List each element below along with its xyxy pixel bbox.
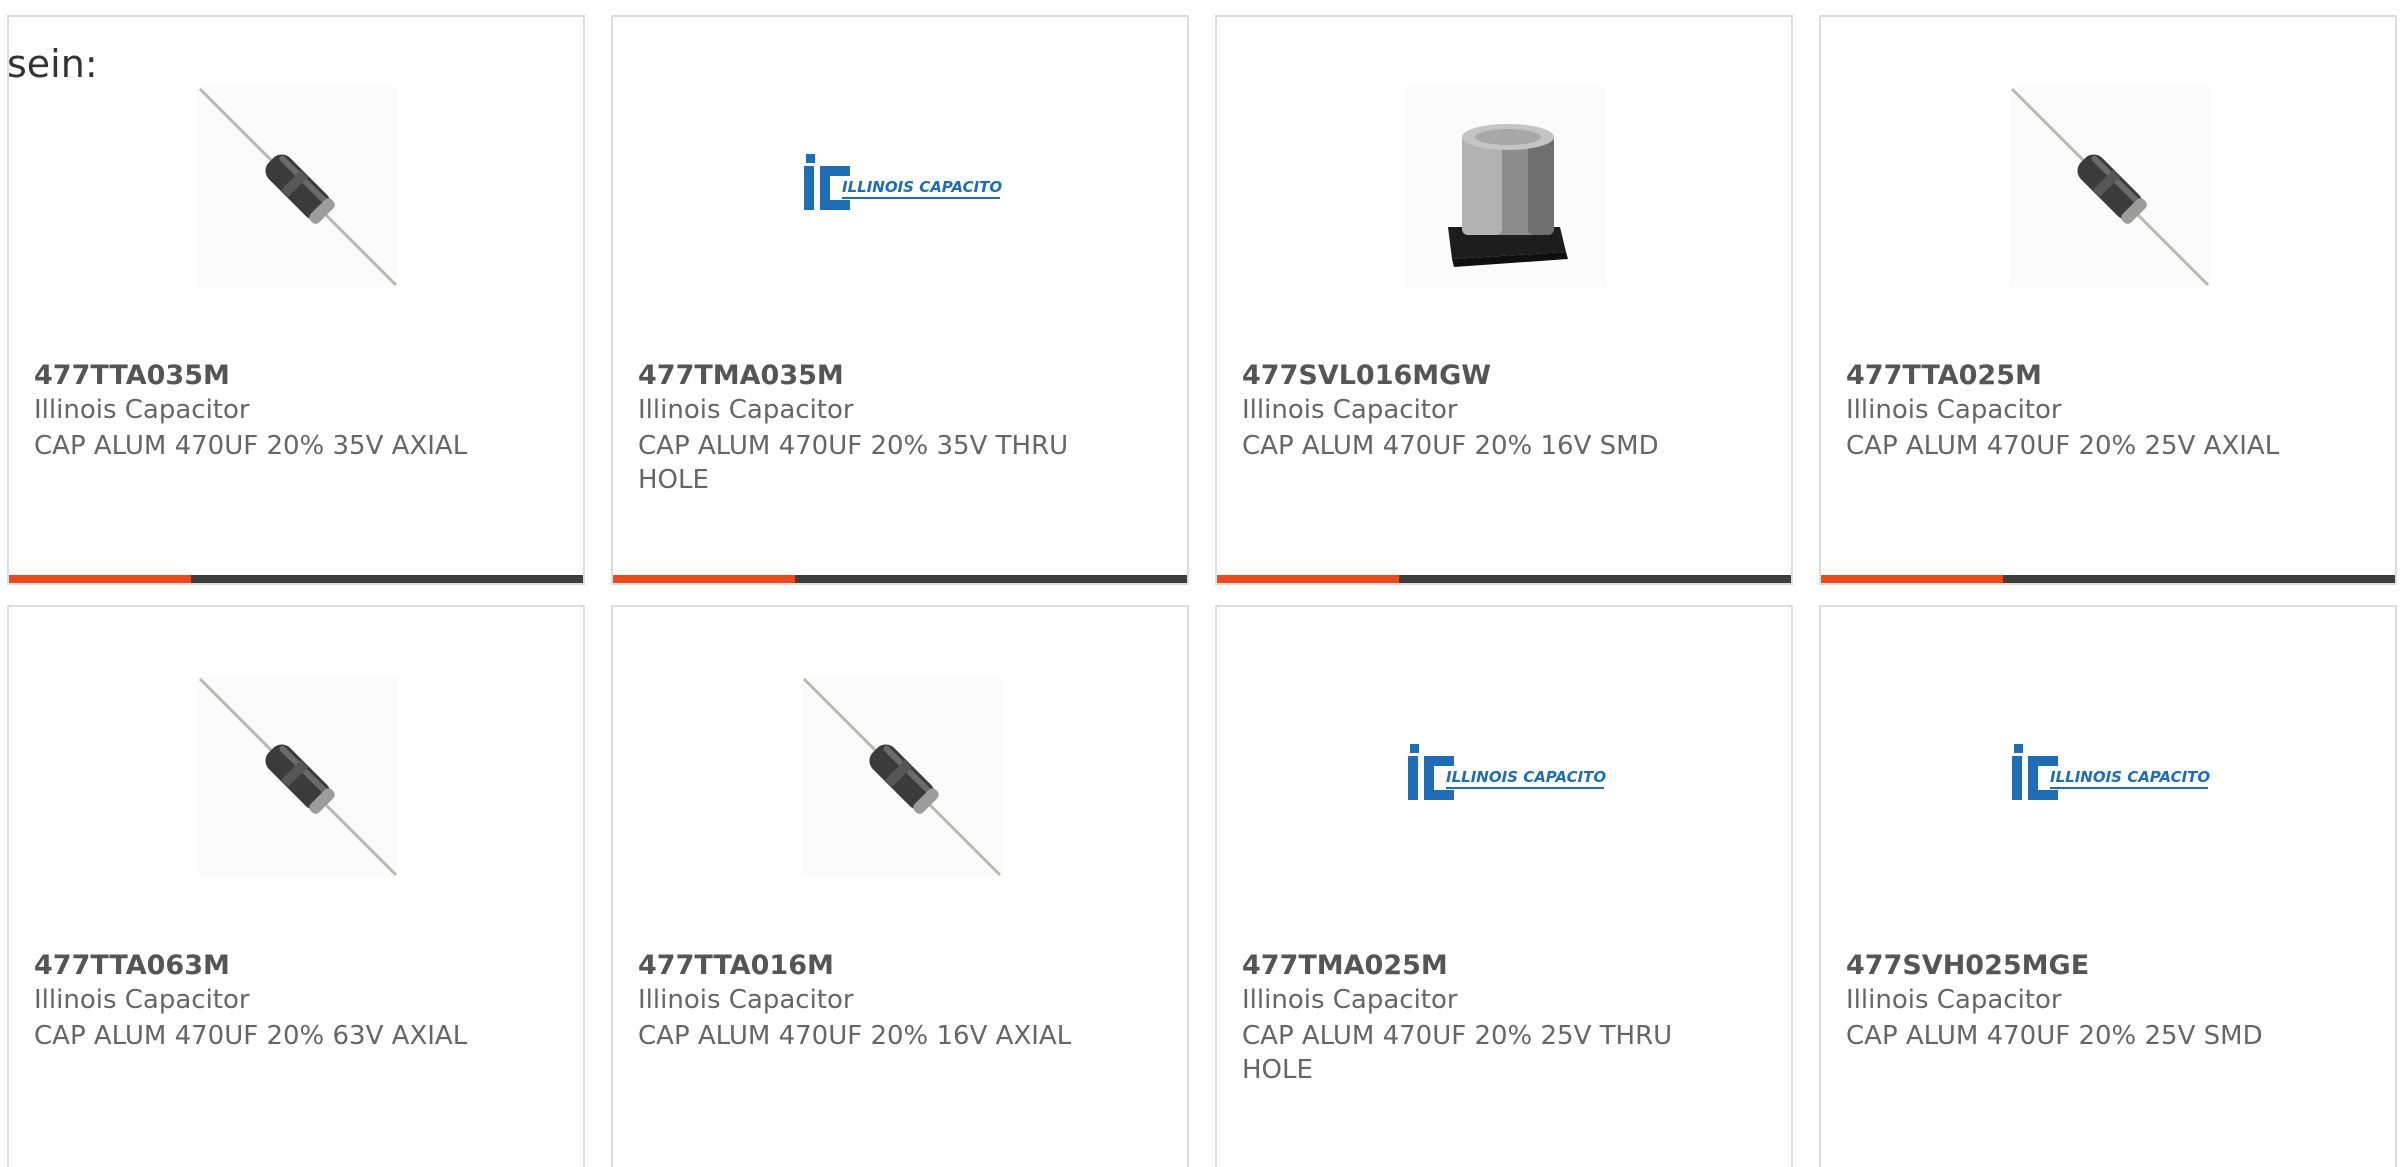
- product-description: CAP ALUM 470UF 20% 63V AXIAL: [34, 1021, 468, 1051]
- card-footer-bar: [1821, 575, 2395, 583]
- product-card-477TMA035M[interactable]: ILLINOIS CAPACITOR, INC. 477TMA035M Illi…: [611, 15, 1189, 585]
- product-description: CAP ALUM 470UF 20% 35V THRU HOLE: [638, 431, 1069, 495]
- card-footer-bar: [613, 575, 1187, 583]
- card-accent-bar: [1217, 575, 1399, 583]
- part-number[interactable]: 477SVL016MGW: [1242, 360, 1491, 391]
- product-description: CAP ALUM 470UF 20% 25V AXIAL: [1846, 431, 2280, 461]
- logo-text: ILLINOIS CAPACITOR, INC.: [2050, 768, 2210, 786]
- product-card-477TTA035M[interactable]: 477TTA035M Illinois Capacitor CAP ALUM 4…: [7, 15, 585, 585]
- axial-capacitor-image[interactable]: [802, 677, 1002, 877]
- part-number[interactable]: 477TTA063M: [34, 950, 230, 981]
- product-description: CAP ALUM 470UF 20% 16V AXIAL: [638, 1021, 1072, 1051]
- illinois-capacitor-logo[interactable]: ILLINOIS CAPACITOR, INC.: [802, 87, 1002, 287]
- product-card-477TTA063M[interactable]: 477TTA063M Illinois Capacitor CAP ALUM 4…: [7, 605, 585, 1167]
- product-description: CAP ALUM 470UF 20% 25V SMD: [1846, 1021, 2263, 1051]
- part-number[interactable]: 477TTA035M: [34, 360, 230, 391]
- manufacturer: Illinois Capacitor: [638, 985, 854, 1015]
- card-accent-bar: [613, 575, 795, 583]
- part-number[interactable]: 477SVH025MGE: [1846, 950, 2089, 981]
- product-description: CAP ALUM 470UF 20% 16V SMD: [1242, 431, 1659, 461]
- manufacturer: Illinois Capacitor: [1846, 985, 2062, 1015]
- product-card-477TTA016M[interactable]: 477TTA016M Illinois Capacitor CAP ALUM 4…: [611, 605, 1189, 1167]
- part-number[interactable]: 477TMA035M: [638, 360, 844, 391]
- card-accent-bar: [9, 575, 191, 583]
- card-footer-bar: [1217, 575, 1791, 583]
- smd-capacitor-image[interactable]: [1406, 87, 1606, 287]
- manufacturer: Illinois Capacitor: [1242, 395, 1458, 425]
- illinois-capacitor-logo[interactable]: ILLINOIS CAPACITOR, INC.: [1406, 677, 1606, 877]
- manufacturer: Illinois Capacitor: [1242, 985, 1458, 1015]
- product-card-477TMA025M[interactable]: ILLINOIS CAPACITOR, INC. 477TMA025M Illi…: [1215, 605, 1793, 1167]
- part-number[interactable]: 477TMA025M: [1242, 950, 1448, 981]
- part-number[interactable]: 477TTA025M: [1846, 360, 2042, 391]
- logo-text: ILLINOIS CAPACITOR, INC.: [842, 178, 1002, 196]
- manufacturer: Illinois Capacitor: [34, 985, 250, 1015]
- logo-text: ILLINOIS CAPACITOR, INC.: [1446, 768, 1606, 786]
- axial-capacitor-image[interactable]: [198, 677, 398, 877]
- axial-capacitor-image[interactable]: [198, 87, 398, 287]
- product-card-477TTA025M[interactable]: 477TTA025M Illinois Capacitor CAP ALUM 4…: [1819, 15, 2397, 585]
- product-description: CAP ALUM 470UF 20% 35V AXIAL: [34, 431, 468, 461]
- part-number[interactable]: 477TTA016M: [638, 950, 834, 981]
- axial-capacitor-image[interactable]: [2010, 87, 2210, 287]
- product-card-477SVL016MGW[interactable]: 477SVL016MGW Illinois Capacitor CAP ALUM…: [1215, 15, 1793, 585]
- manufacturer: Illinois Capacitor: [638, 395, 854, 425]
- illinois-capacitor-logo[interactable]: ILLINOIS CAPACITOR, INC.: [2010, 677, 2210, 877]
- product-description: CAP ALUM 470UF 20% 25V THRU HOLE: [1242, 1021, 1673, 1085]
- product-grid-page: sein: 477TTA035M Illinois Capacitor CAP …: [0, 0, 2400, 1167]
- manufacturer: Illinois Capacitor: [34, 395, 250, 425]
- manufacturer: Illinois Capacitor: [1846, 395, 2062, 425]
- product-card-477SVH025MGE[interactable]: ILLINOIS CAPACITOR, INC. 477SVH025MGE Il…: [1819, 605, 2397, 1167]
- card-accent-bar: [1821, 575, 2003, 583]
- intro-text: sein:: [7, 42, 98, 86]
- card-footer-bar: [9, 575, 583, 583]
